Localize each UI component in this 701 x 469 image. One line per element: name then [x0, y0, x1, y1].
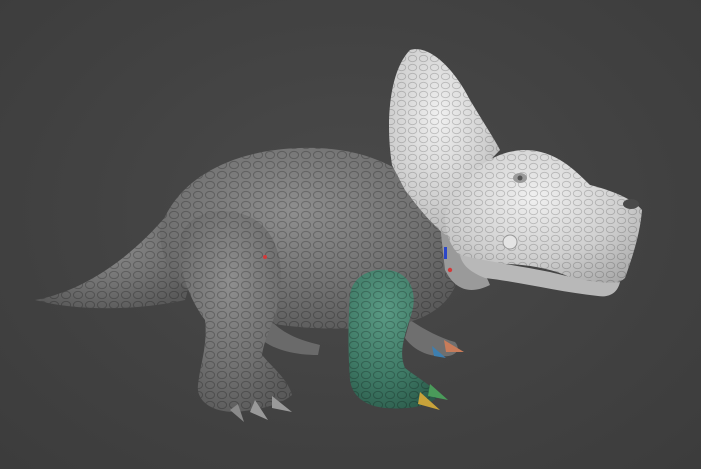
- marker-red-neck: [447, 267, 453, 273]
- marker-red-hip: [263, 255, 267, 259]
- model-render[interactable]: [0, 0, 701, 469]
- 3d-viewport[interactable]: [0, 0, 701, 469]
- marker-blue-neck: [444, 247, 447, 259]
- eye-pupil: [517, 175, 523, 181]
- cheek-boss: [502, 234, 518, 250]
- nostril: [623, 199, 639, 209]
